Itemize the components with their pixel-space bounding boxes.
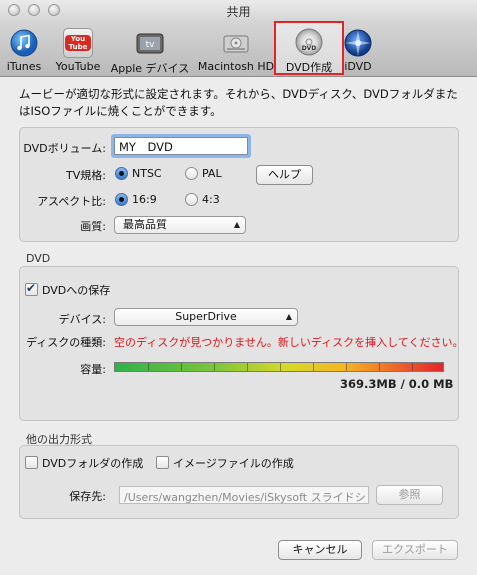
toolbar-item-label: YouTube [55, 60, 101, 73]
toolbar-item-label: Macintosh HD [197, 60, 275, 73]
dvd-disc-icon: DVD [294, 27, 324, 57]
aspect-16-9-radio[interactable] [115, 193, 128, 206]
hard-drive-icon [221, 28, 251, 58]
toolbar-item-macintosh-hd[interactable]: Macintosh HD [196, 22, 276, 74]
toolbar-item-label: iTunes [6, 60, 42, 73]
tv-pal-label: PAL [202, 167, 222, 180]
idvd-icon [343, 28, 373, 58]
tv-standard-label: TV規格: [66, 169, 106, 182]
toolbar-item-idvd[interactable]: iDVD [340, 22, 376, 74]
popup-arrows-icon: ▲ [285, 312, 292, 321]
youtube-icon: You Tube [63, 28, 93, 58]
meter-tick [214, 363, 215, 371]
capacity-label: 容量: [80, 363, 106, 376]
toolbar-item-apple-devices[interactable]: tv Apple デバイス [110, 22, 190, 75]
meter-tick [247, 363, 248, 371]
cancel-button[interactable]: キャンセル [278, 540, 362, 560]
toolbar-item-itunes[interactable]: iTunes [2, 22, 46, 74]
meter-tick [412, 363, 413, 371]
help-button[interactable]: ヘルプ [256, 165, 313, 185]
browse-button[interactable]: 参照 [376, 485, 443, 505]
aspect-16-9-label: 16:9 [132, 193, 157, 206]
create-dvd-folder-label: DVDフォルダの作成 [42, 457, 144, 470]
save-to-dvd-label: DVDへの保存 [42, 284, 111, 297]
youtube-logo: You Tube [65, 35, 91, 51]
toolbar-item-dvd-burn[interactable]: DVD DVD作成 [274, 21, 344, 75]
dvd-volume-input[interactable]: MY DVD [114, 137, 248, 155]
create-image-file-checkbox[interactable] [156, 456, 169, 469]
window-title: 共用 [226, 5, 251, 19]
save-to-dvd-checkbox[interactable] [25, 281, 38, 296]
apple-device-icon: tv [135, 28, 165, 58]
capacity-meter [114, 362, 444, 372]
create-image-file-label: イメージファイルの作成 [173, 457, 294, 470]
quality-popup[interactable]: 最高品質 ▲ [114, 216, 246, 234]
meter-tick [346, 363, 347, 371]
aspect-4-3-label: 4:3 [202, 193, 220, 206]
description-text: ムービーが適切な形式に設定されます。それから、DVDディスク、DVDフォルダまた… [19, 87, 458, 118]
aspect-4-3-radio[interactable] [185, 193, 198, 206]
meter-tick [280, 363, 281, 371]
export-button[interactable]: エクスポート [372, 540, 458, 560]
device-value: SuperDrive [175, 310, 237, 323]
dvd-section-label: DVD [26, 252, 51, 265]
meter-tick [379, 363, 380, 371]
itunes-icon [9, 28, 39, 58]
toolbar-item-label: Apple デバイス [110, 62, 190, 75]
title-bar: 共用 [0, 0, 477, 20]
dvd-icon-text: DVD [301, 45, 317, 52]
create-dvd-folder-checkbox[interactable] [25, 456, 38, 469]
device-popup[interactable]: SuperDrive ▲ [114, 308, 298, 326]
save-path-field: /Users/wangzhen/Movies/iSkysoft スライドシ [119, 486, 369, 504]
capacity-text: 369.3MB / 0.0 MB [340, 377, 454, 391]
disc-status-message: 空のディスクが見つかりません。新しいディスクを挿入してください。 [114, 336, 464, 349]
save-to-label: 保存先: [69, 490, 106, 503]
meter-tick [313, 363, 314, 371]
meter-tick [148, 363, 149, 371]
quality-value: 最高品質 [123, 218, 167, 231]
share-toolbar: iTunes You Tube YouTube tv Apple デバイス Ma… [0, 20, 477, 77]
quality-label: 画質: [80, 220, 106, 233]
popup-arrows-icon: ▲ [233, 220, 240, 229]
toolbar-item-label: iDVD [344, 60, 372, 73]
svg-text:tv: tv [146, 40, 156, 50]
tv-pal-radio[interactable] [185, 167, 198, 180]
tv-ntsc-radio[interactable] [115, 167, 128, 180]
disc-type-label: ディスクの種類: [26, 336, 106, 349]
tv-ntsc-label: NTSC [132, 167, 162, 180]
dvd-volume-label: DVDボリューム: [23, 142, 106, 155]
aspect-ratio-label: アスペクト比: [37, 195, 106, 208]
meter-tick [181, 363, 182, 371]
toolbar-item-label: DVD作成 [285, 61, 333, 74]
device-label: デバイス: [58, 313, 106, 326]
toolbar-item-youtube[interactable]: You Tube YouTube [52, 22, 104, 74]
